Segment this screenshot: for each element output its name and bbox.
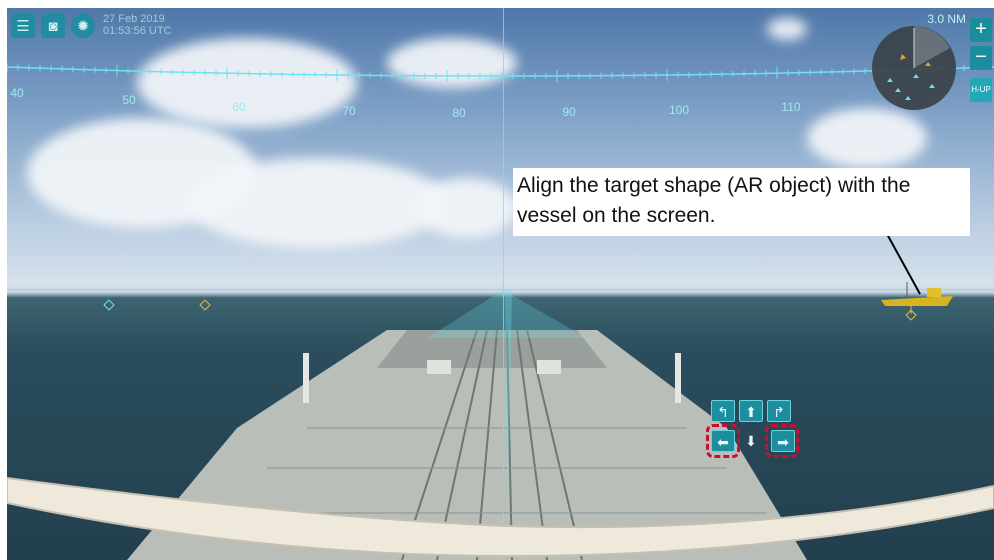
move-up-button[interactable]: ⬆ — [739, 400, 763, 422]
camera-view: 40 50 60 70 80 90 100 110 ☰ ◙ ✹ 27 Feb 2… — [7, 8, 994, 560]
rotate-left-button[interactable]: ↰ — [711, 400, 735, 422]
highlight-left-button — [706, 424, 740, 458]
radar-display[interactable] — [872, 26, 956, 110]
menu-button[interactable]: ☰ — [11, 14, 35, 38]
zoom-in-button[interactable]: + — [970, 18, 992, 42]
move-down-button[interactable]: ⬇ — [739, 430, 763, 452]
zoom-out-button[interactable]: − — [970, 46, 992, 70]
camera-button[interactable]: ◙ — [41, 14, 65, 38]
ship-rail — [7, 476, 994, 558]
menu-icon: ☰ — [16, 18, 30, 35]
date-label: 27 Feb 2019 — [103, 13, 165, 25]
datetime-display: 27 Feb 2019 01:53:56 UTC — [103, 13, 171, 37]
gear-icon: ✹ — [76, 18, 90, 35]
instruction-callout: Align the target shape (AR object) with … — [513, 168, 970, 236]
orientation-button[interactable]: H-UP — [970, 78, 992, 102]
camera-icon: ◙ — [48, 17, 58, 35]
range-label: 3.0 NM — [927, 12, 966, 26]
time-label: 01:53:56 UTC — [103, 25, 172, 37]
rotate-right-button[interactable]: ↱ — [767, 400, 791, 422]
settings-button[interactable]: ✹ — [71, 14, 95, 38]
highlight-right-button — [765, 424, 799, 458]
